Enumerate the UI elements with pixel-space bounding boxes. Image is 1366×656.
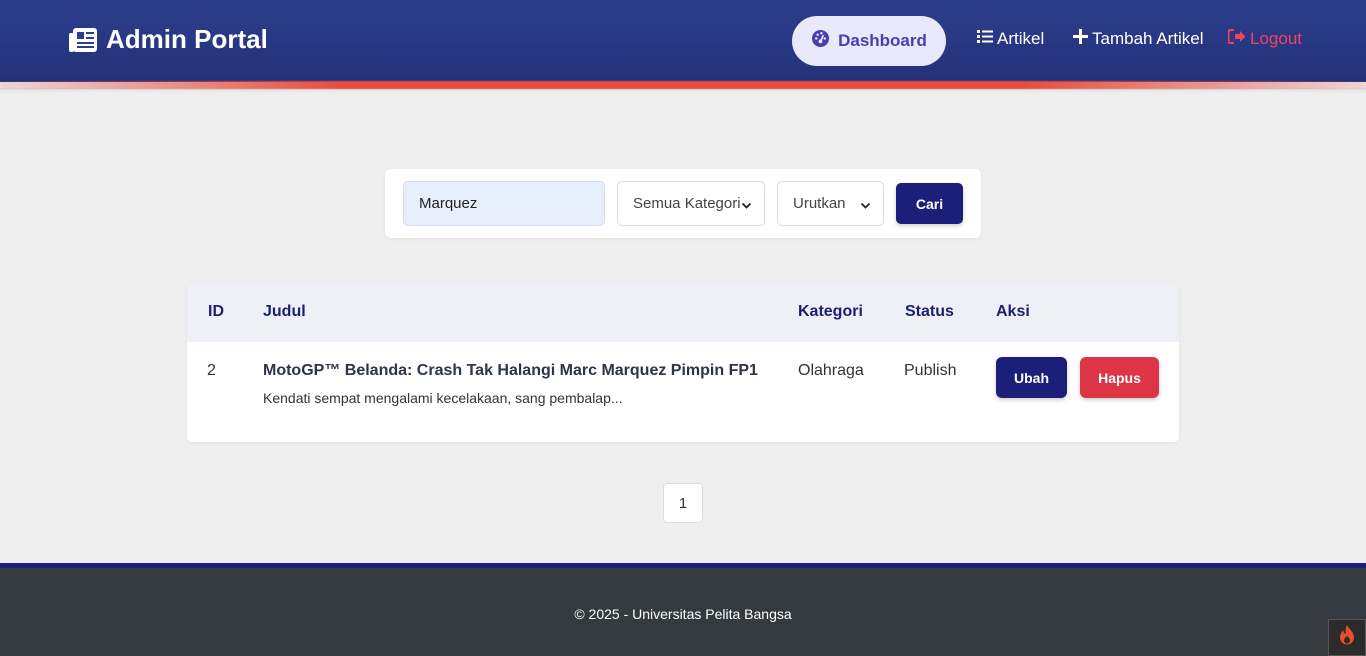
kategori-select-value: Semua Kategori xyxy=(633,195,741,212)
sign-out-icon xyxy=(1227,29,1246,49)
urutkan-select[interactable]: Urutkan xyxy=(777,181,884,226)
footer: © 2025 - Universitas Pelita Bangsa xyxy=(0,563,1366,656)
nav-logout-label: Logout xyxy=(1250,29,1302,48)
row-title: MotoGP™ Belanda: Crash Tak Halangi Marc … xyxy=(263,362,758,379)
nav-tambah-artikel[interactable]: Tambah Artikel xyxy=(1073,29,1204,49)
nav-logout[interactable]: Logout xyxy=(1227,29,1302,49)
column-header-aksi: Aksi xyxy=(996,303,1030,320)
search-button[interactable]: Cari xyxy=(896,183,963,224)
column-header-status: Status xyxy=(905,303,954,320)
articles-table: ID Judul Kategori Status Aksi 2 MotoGP™ … xyxy=(187,283,1179,442)
table-header: ID Judul Kategori Status Aksi xyxy=(187,283,1179,342)
gauge-icon xyxy=(811,29,830,53)
row-excerpt: Kendati sempat mengalami kecelakaan, san… xyxy=(263,390,623,406)
newspaper-icon xyxy=(68,27,98,53)
delete-button[interactable]: Hapus xyxy=(1080,357,1159,398)
list-icon xyxy=(977,29,993,49)
row-id: 2 xyxy=(207,362,216,379)
urutkan-select-value: Urutkan xyxy=(793,195,846,212)
plus-icon xyxy=(1073,29,1088,49)
row-kategori: Olahraga xyxy=(798,362,864,379)
search-input[interactable] xyxy=(403,181,605,226)
nav-dashboard-label: Dashboard xyxy=(838,31,927,50)
chevron-down-icon xyxy=(741,198,752,215)
column-header-id: ID xyxy=(208,303,224,320)
search-filter-bar: Semua Kategori Urutkan Cari xyxy=(385,169,981,238)
nav-artikel-label: Artikel xyxy=(997,29,1045,48)
nav-tambah-label: Tambah Artikel xyxy=(1092,29,1204,48)
flame-icon xyxy=(1338,624,1356,651)
nav-artikel[interactable]: Artikel xyxy=(977,29,1044,49)
nav-dashboard[interactable]: Dashboard xyxy=(792,16,946,66)
kategori-select[interactable]: Semua Kategori xyxy=(617,181,765,226)
debug-toolbar-toggle[interactable] xyxy=(1328,619,1366,656)
brand-title: Admin Portal xyxy=(106,24,268,54)
header-shadow xyxy=(0,88,1366,94)
column-header-kategori: Kategori xyxy=(798,303,863,320)
column-header-judul: Judul xyxy=(263,303,306,320)
pagination-page-1[interactable]: 1 xyxy=(663,483,703,523)
chevron-down-icon xyxy=(860,198,871,215)
brand[interactable]: Admin Portal xyxy=(68,24,268,55)
edit-button[interactable]: Ubah xyxy=(996,357,1067,398)
footer-copyright: © 2025 - Universitas Pelita Bangsa xyxy=(574,606,792,622)
row-status: Publish xyxy=(904,362,957,379)
